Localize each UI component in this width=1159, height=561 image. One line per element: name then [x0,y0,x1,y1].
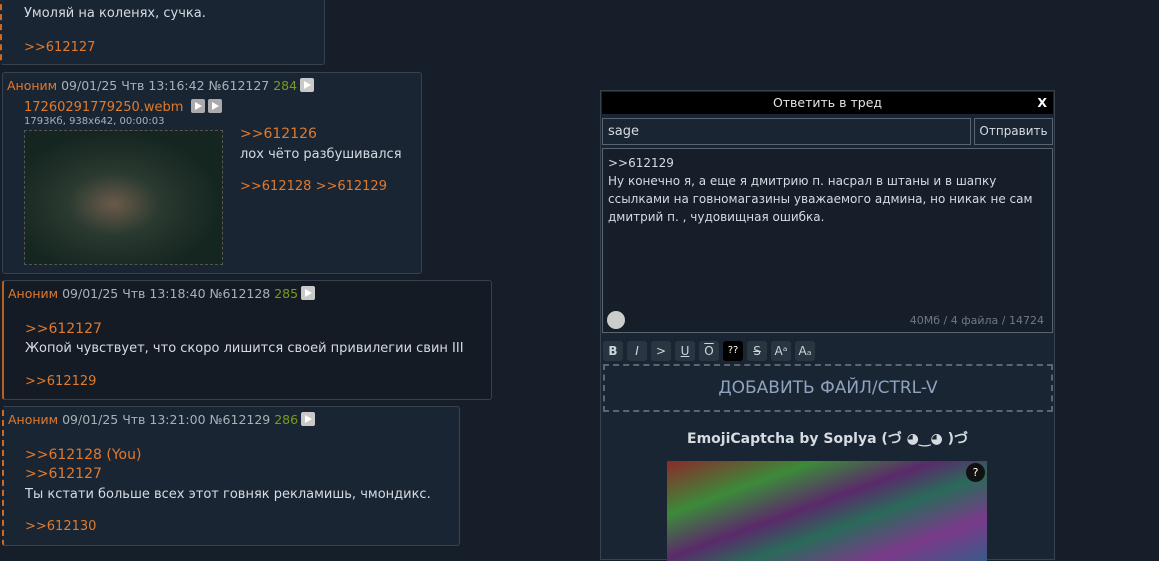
submit-button[interactable]: Отправить [974,118,1053,145]
post-text: Жопой чувствует, что скоро лишится своей… [25,341,464,356]
post-text: Ты кстати больше всех этот говняк реклам… [25,487,431,502]
overline-button[interactable]: O [699,341,719,361]
quote-link[interactable]: >>612126 [240,126,317,142]
post-count: 284 [273,78,298,93]
post-number[interactable]: №612127 [209,78,270,93]
post-count: 285 [274,286,299,301]
play-icon[interactable] [301,412,316,426]
post-text: лох чёто разбушивался [240,147,402,162]
file-meta: 1793Кб, 938x642, 00:00:03 [24,116,165,127]
captcha-help-icon[interactable]: ? [966,463,985,482]
reply-link[interactable]: >>612129 [25,374,96,389]
italic-button[interactable]: I [627,341,647,361]
post-612129: Аноним 09/01/25 Чтв 13:21:00 №612129 286… [2,406,460,546]
post-date: 09/01/25 Чтв 13:16:42 [61,78,205,93]
poster-name: Аноним [8,286,59,301]
post-date: 09/01/25 Чтв 13:21:00 [62,412,206,427]
post-text: Умоляй на коленях, сучка. [24,6,206,21]
subscript-button[interactable]: Aₐ [795,341,815,361]
download-icon[interactable] [207,99,222,113]
poster-name: Аноним [7,78,58,93]
sailboat-icon[interactable] [607,311,625,329]
reply-link[interactable]: >>612128 [240,179,311,194]
post-612127: Аноним 09/01/25 Чтв 13:16:42 №612127 284… [2,72,422,274]
underline-button[interactable]: U [675,341,695,361]
reply-link[interactable]: >>612127 [24,40,95,55]
reply-links: >>612128 >>612129 [240,179,387,194]
search-icon[interactable] [190,99,205,113]
post-number[interactable]: №612129 [210,412,271,427]
post-612126: Умоляй на коленях, сучка. >>612127 [0,0,325,65]
play-icon[interactable] [301,286,316,300]
limits-text: 40Мб / 4 файла / 14724 [909,314,1044,327]
spoiler-button[interactable]: ?? [723,341,743,361]
bold-button[interactable]: B [603,341,623,361]
quote-link[interactable]: >>612128 (You) [25,447,141,463]
message-textarea[interactable]: >>612129 Ну конечно я, а еще я дмитрию п.… [602,148,1053,333]
post-612128: Аноним 09/01/25 Чтв 13:18:40 №612128 285… [2,280,492,400]
quote-button[interactable]: > [651,341,671,361]
quote-link[interactable]: >>612127 [25,321,102,337]
close-icon[interactable]: X [1037,92,1047,114]
superscript-button[interactable]: Aᵃ [771,341,791,361]
post-number[interactable]: №612128 [210,286,271,301]
post-count: 286 [274,412,299,427]
poster-name: Аноним [8,412,59,427]
video-thumbnail[interactable] [24,130,223,265]
email-field[interactable]: sage [602,118,971,145]
reply-link[interactable]: >>612129 [316,179,387,194]
file-name[interactable]: 17260291779250.webm [24,99,222,115]
reply-form-title[interactable]: Ответить в тред X [602,92,1053,114]
file-dropzone[interactable]: ДОБАВИТЬ ФАЙЛ/CTRL-V [603,364,1053,412]
reply-link[interactable]: >>612130 [25,519,96,534]
strike-button[interactable]: S [747,341,767,361]
reply-form: Ответить в тред X sage Отправить >>612129… [600,90,1055,561]
quote-link[interactable]: >>612127 [25,466,102,482]
post-date: 09/01/25 Чтв 13:18:40 [62,286,206,301]
play-icon[interactable] [300,78,315,92]
captcha-image[interactable]: ? [667,461,987,561]
captcha-title: EmojiCaptcha by Soplya (づ ◕‿◕ )づ [687,431,968,447]
